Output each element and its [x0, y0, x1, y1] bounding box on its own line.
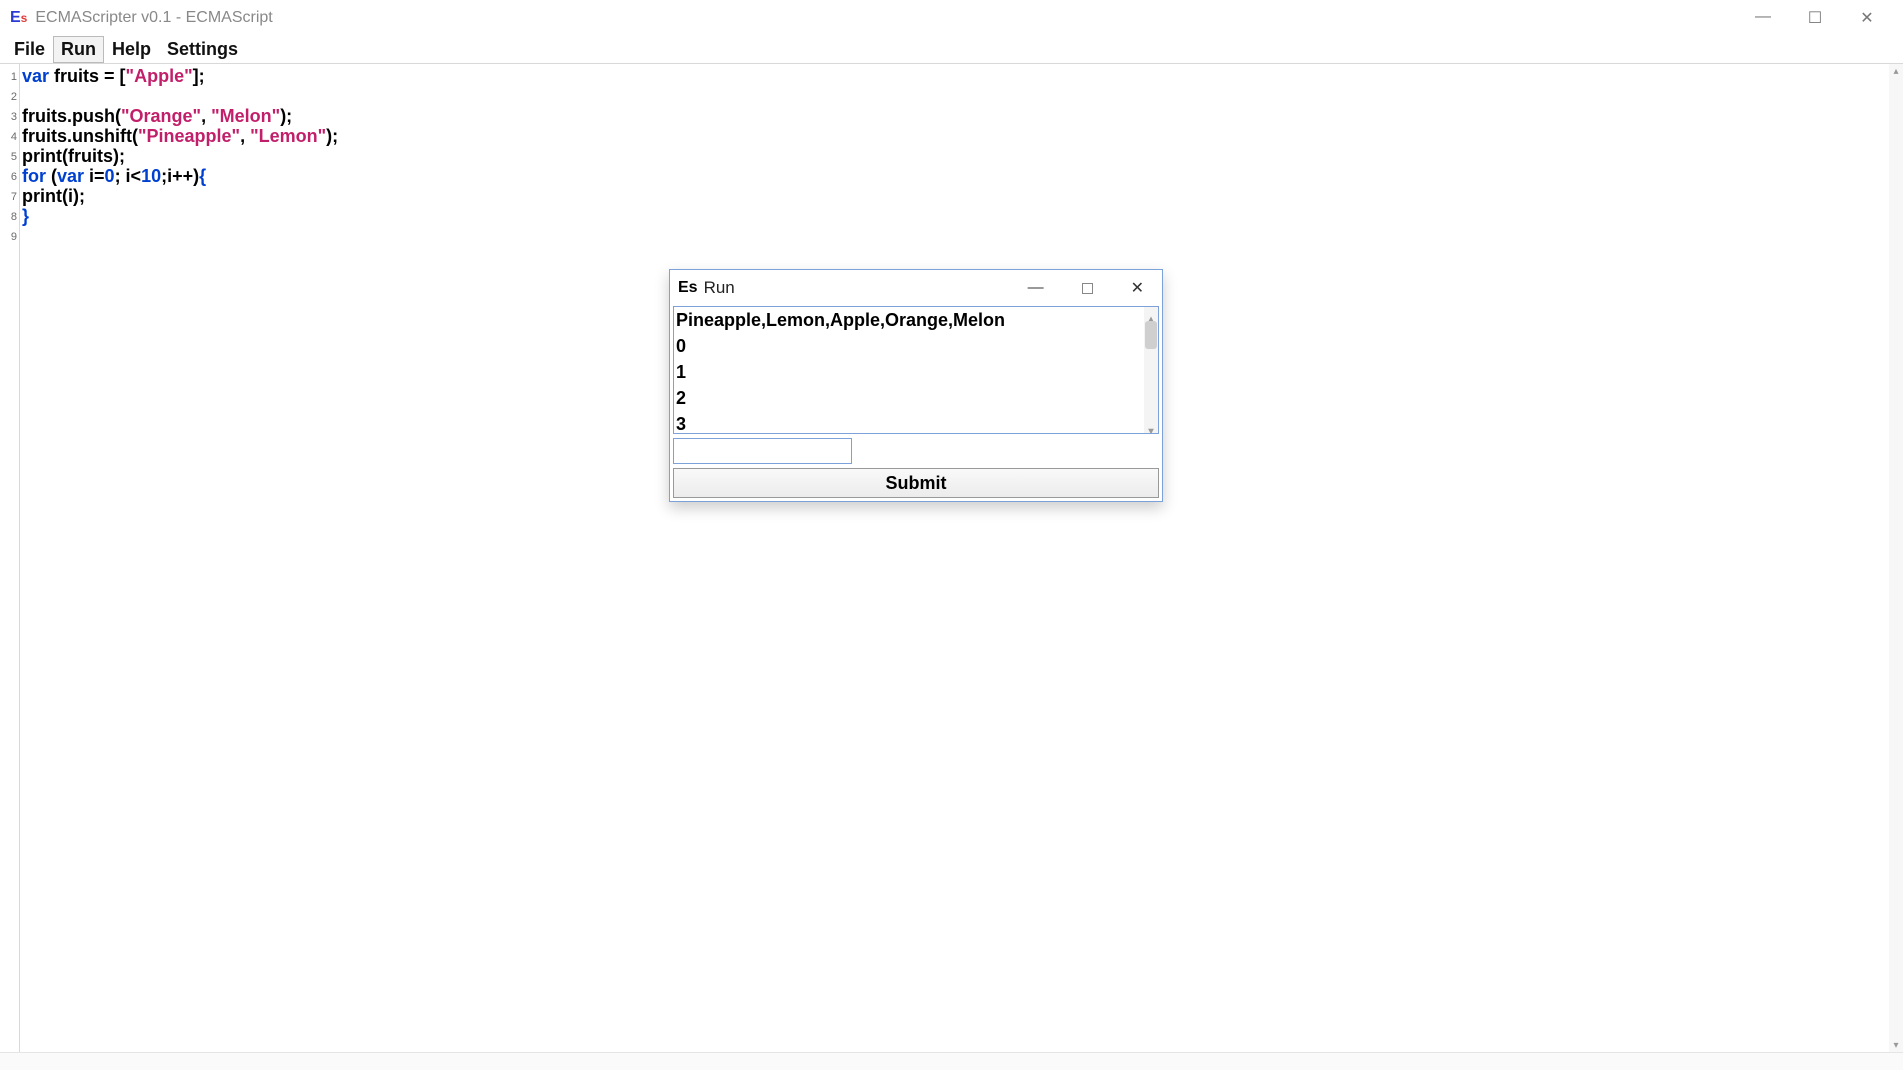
code-line[interactable]: print(fruits);	[22, 146, 338, 166]
line-number: 9	[0, 226, 19, 246]
output-line: 0	[676, 333, 1158, 359]
input-field[interactable]	[673, 438, 852, 464]
code-line[interactable]: }	[22, 206, 338, 226]
output-line: 2	[676, 385, 1158, 411]
menu-file[interactable]: File	[6, 36, 53, 63]
code-line[interactable]: for (var i=0; i<10;i++){	[22, 166, 338, 186]
dialog-title: Run	[704, 278, 735, 298]
gutter: 123456789	[0, 64, 20, 1052]
menu-settings[interactable]: Settings	[159, 36, 246, 63]
dialog-window-controls: — ✕	[1028, 278, 1158, 298]
line-number: 3	[0, 106, 19, 126]
line-number: 8	[0, 206, 19, 226]
output-scrollbar[interactable]: ▴ ▾	[1144, 307, 1158, 433]
statusbar	[0, 1052, 1903, 1070]
app-icon: Es	[10, 9, 27, 27]
close-icon[interactable]: ✕	[1859, 8, 1875, 28]
window-controls: — ☐ ✕	[1755, 8, 1899, 28]
scroll-thumb[interactable]	[1145, 321, 1157, 349]
line-number: 7	[0, 186, 19, 206]
editor: 123456789 var fruits = ["Apple"];fruits.…	[0, 64, 1903, 1052]
code-line[interactable]: print(i);	[22, 186, 338, 206]
line-number: 1	[0, 66, 19, 86]
app-icon: Es	[678, 279, 698, 297]
titlebar: Es ECMAScripter v0.1 - ECMAScript — ☐ ✕	[0, 0, 1903, 36]
minimize-icon[interactable]: —	[1755, 8, 1771, 28]
scroll-up-icon[interactable]: ▴	[1144, 307, 1158, 321]
line-number: 4	[0, 126, 19, 146]
scroll-down-icon[interactable]: ▾	[1144, 419, 1158, 433]
maximize-icon[interactable]	[1082, 283, 1093, 294]
line-number: 5	[0, 146, 19, 166]
submit-button[interactable]: Submit	[673, 468, 1159, 498]
maximize-icon[interactable]: ☐	[1807, 8, 1823, 28]
code-area[interactable]: var fruits = ["Apple"]; fruits.push("Oran…	[20, 64, 338, 1052]
minimize-icon[interactable]: —	[1028, 279, 1044, 297]
output-line: 3	[676, 411, 1158, 434]
code-line[interactable]: fruits.unshift("Pineapple", "Lemon");	[22, 126, 338, 146]
output-line: 1	[676, 359, 1158, 385]
output-line: Pineapple,Lemon,Apple,Orange,Melon	[676, 307, 1158, 333]
line-number: 2	[0, 86, 19, 106]
run-dialog: Es Run — ✕ Pineapple,Lemon,Apple,Orange,…	[669, 269, 1163, 502]
code-line[interactable]	[22, 86, 338, 106]
scroll-up-icon[interactable]: ▴	[1889, 64, 1903, 78]
app-title: ECMAScripter v0.1 - ECMAScript	[35, 9, 272, 27]
menu-help[interactable]: Help	[104, 36, 159, 63]
output-area[interactable]: Pineapple,Lemon,Apple,Orange,Melon0123 ▴…	[673, 306, 1159, 434]
menu-run[interactable]: Run	[53, 36, 104, 63]
code-line[interactable]	[22, 226, 338, 246]
line-number: 6	[0, 166, 19, 186]
code-line[interactable]: var fruits = ["Apple"];	[22, 66, 338, 86]
scroll-down-icon[interactable]: ▾	[1889, 1038, 1903, 1052]
code-line[interactable]: fruits.push("Orange", "Melon");	[22, 106, 338, 126]
menubar: File Run Help Settings	[0, 36, 1903, 64]
editor-scrollbar[interactable]: ▴ ▾	[1889, 64, 1903, 1052]
close-icon[interactable]: ✕	[1131, 278, 1144, 298]
dialog-titlebar[interactable]: Es Run — ✕	[670, 270, 1162, 306]
